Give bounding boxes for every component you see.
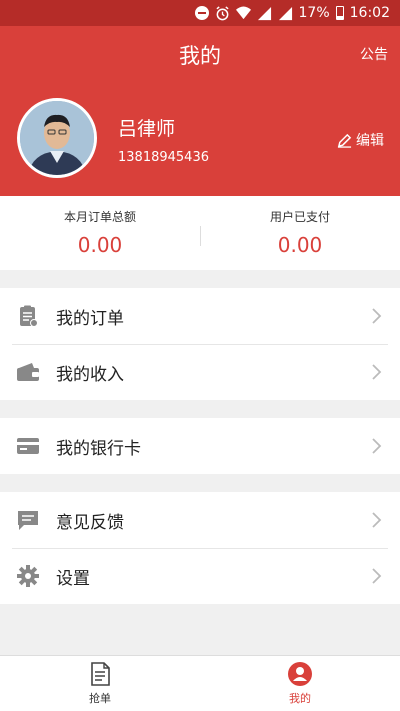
menu-group-bank: 我的银行卡 bbox=[0, 418, 400, 474]
chevron-right-icon bbox=[372, 512, 382, 528]
user-phone: 13818945436 bbox=[118, 150, 209, 165]
stat-value: 0.00 bbox=[77, 233, 123, 257]
menu-label: 我的银行卡 bbox=[56, 438, 141, 459]
menu-item-income[interactable]: 我的收入 bbox=[0, 344, 400, 400]
pencil-icon bbox=[337, 133, 352, 148]
edit-profile-button[interactable]: 编辑 bbox=[337, 130, 384, 150]
chevron-right-icon bbox=[372, 568, 382, 584]
stat-label: 用户已支付 bbox=[269, 210, 330, 224]
document-icon bbox=[91, 662, 110, 686]
signal-2-icon bbox=[278, 6, 292, 20]
user-paid: 用户已支付 0.00 bbox=[200, 196, 400, 270]
credit-card-icon bbox=[16, 434, 40, 458]
clipboard-icon bbox=[16, 304, 40, 328]
chevron-right-icon bbox=[372, 364, 382, 380]
menu-item-settings[interactable]: 设置 bbox=[0, 548, 400, 604]
menu-item-orders[interactable]: 我的订单 bbox=[0, 288, 400, 344]
tab-mine[interactable]: 我的 bbox=[200, 656, 400, 711]
menu-item-feedback[interactable]: 意见反馈 bbox=[0, 492, 400, 548]
avatar-photo bbox=[20, 101, 94, 175]
battery-icon bbox=[335, 6, 344, 20]
notice-button[interactable]: 公告 bbox=[360, 44, 388, 64]
alarm-icon bbox=[215, 5, 229, 20]
edit-label: 编辑 bbox=[356, 133, 384, 149]
menu-label: 意见反馈 bbox=[56, 512, 124, 533]
menu-label: 我的收入 bbox=[56, 364, 124, 385]
gear-icon bbox=[16, 564, 40, 588]
bottom-tab-bar: 抢单 我的 bbox=[0, 655, 400, 711]
order-stats: 本月订单总额 0.00 用户已支付 0.00 bbox=[0, 196, 400, 270]
stats-divider bbox=[200, 226, 201, 246]
menu-item-bank-card[interactable]: 我的银行卡 bbox=[0, 418, 400, 474]
monthly-order-total: 本月订单总额 0.00 bbox=[0, 196, 200, 270]
clock: 16:02 bbox=[349, 5, 390, 21]
avatar[interactable] bbox=[17, 98, 97, 178]
menu-label: 我的订单 bbox=[56, 308, 124, 329]
chevron-right-icon bbox=[372, 438, 382, 454]
user-name: 吕律师 bbox=[118, 118, 176, 140]
stat-label: 本月订单总额 bbox=[63, 210, 136, 224]
chat-bubble-icon bbox=[16, 508, 40, 532]
battery-percent: 17% bbox=[298, 5, 330, 21]
stat-value: 0.00 bbox=[277, 233, 323, 257]
profile-header: 我的 公告 吕律师 13818945436 编辑 bbox=[0, 26, 400, 196]
chevron-right-icon bbox=[372, 308, 382, 324]
page-title: 我的 bbox=[179, 44, 221, 68]
tab-label: 抢单 bbox=[89, 692, 111, 705]
signal-icon bbox=[257, 6, 271, 20]
do-not-disturb-icon bbox=[194, 6, 209, 20]
tab-grab-order[interactable]: 抢单 bbox=[0, 656, 200, 711]
user-circle-icon bbox=[288, 662, 312, 686]
tab-label: 我的 bbox=[289, 692, 311, 705]
wallet-icon bbox=[16, 360, 40, 384]
menu-group-misc: 意见反馈 设置 bbox=[0, 492, 400, 604]
wifi-icon bbox=[235, 5, 251, 19]
menu-label: 设置 bbox=[56, 568, 90, 589]
menu-group-orders: 我的订单 我的收入 bbox=[0, 288, 400, 400]
status-bar: 17% 16:02 bbox=[0, 0, 400, 26]
